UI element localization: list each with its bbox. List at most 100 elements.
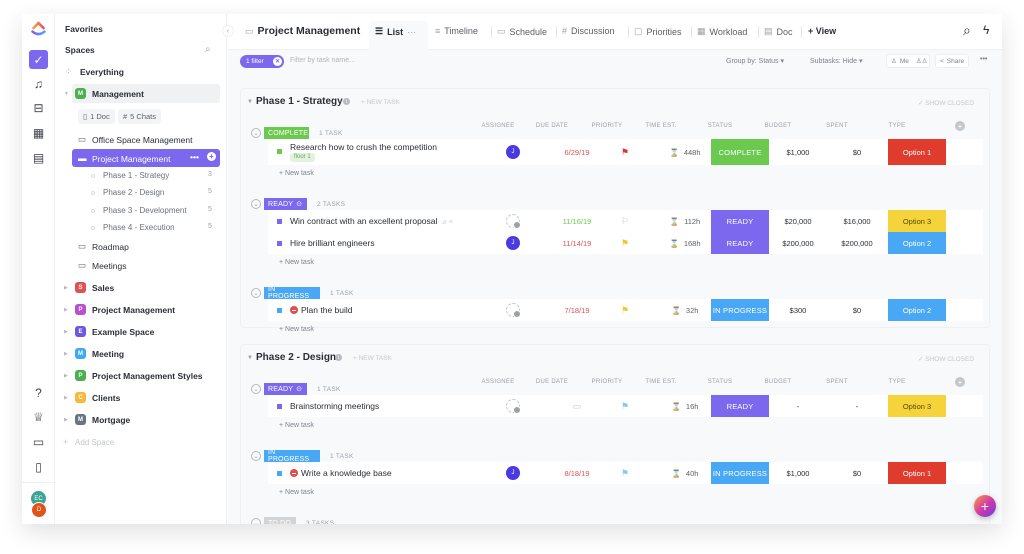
status-square-icon[interactable]	[277, 149, 282, 154]
time-estimate-cell[interactable]: ⌛ 40h	[660, 462, 710, 484]
column-header[interactable]: PRIORITY	[582, 379, 632, 385]
share-button[interactable]: < Share	[935, 54, 970, 68]
caret-down-icon[interactable]: ▼	[247, 355, 253, 361]
tab-schedule[interactable]: ▭ Schedule	[497, 26, 547, 37]
new-task-button[interactable]: + New task	[279, 489, 314, 496]
status-group-badge[interactable]: IN PROGRESS	[264, 449, 320, 463]
status-cell[interactable]: READY	[711, 210, 769, 232]
more-icon[interactable]: ···	[407, 27, 416, 37]
add-view-button[interactable]: + View	[808, 26, 836, 36]
column-header[interactable]: STATUS	[695, 379, 745, 385]
tab-list[interactable]: ☰ List ···	[375, 26, 416, 37]
status-cell[interactable]: COMPLETE	[711, 139, 769, 165]
budget-cell[interactable]: $1,000	[773, 462, 823, 484]
assignees-icon[interactable]: ♙♙	[916, 57, 928, 65]
budget-cell[interactable]: $1,000	[773, 141, 823, 163]
assignee-cell[interactable]: J	[498, 141, 528, 163]
column-header[interactable]: PRIORITY	[582, 123, 632, 129]
column-header[interactable]: SPENT	[812, 123, 862, 129]
column-header[interactable]: BUDGET	[753, 379, 803, 385]
attachment-icon[interactable]: ⌀ ≡	[442, 219, 452, 226]
new-task-button[interactable]: + New task	[279, 259, 314, 266]
priority-cell[interactable]: ⚑	[610, 141, 640, 163]
sidebar-space-item[interactable]: Meeting	[92, 349, 124, 359]
status-group-badge[interactable]: TO DO	[264, 517, 296, 524]
column-header[interactable]: BUDGET	[753, 123, 803, 129]
help-icon[interactable]: ?	[29, 383, 48, 402]
type-cell[interactable]: Option 2	[888, 232, 946, 254]
collapse-group-icon[interactable]: ⌄	[251, 384, 261, 394]
time-estimate-cell[interactable]: ⌛ 112h	[660, 210, 710, 232]
task-row[interactable]: Plan the build 7/18/19 ⚑ ⌛ 32h IN PROGRESS $30…	[268, 299, 983, 321]
status-group-badge[interactable]: COMPLETE	[264, 127, 309, 139]
phase-title[interactable]: Phase 2 - Design	[256, 352, 336, 363]
portfolio-icon[interactable]: ▭	[29, 432, 48, 451]
due-date-cell[interactable]: 7/18/19	[552, 299, 602, 321]
goals-trophy-icon[interactable]: ♕	[29, 407, 48, 426]
tag-chip[interactable]: floor 1	[290, 153, 315, 162]
priority-cell[interactable]: ⚑	[610, 299, 640, 321]
status-group-badge[interactable]: READY ⊙	[264, 383, 307, 395]
type-cell[interactable]: Option 3	[888, 395, 946, 417]
sidebar-space-item[interactable]: Example Space	[92, 327, 154, 337]
column-header[interactable]: DUE DATE	[527, 379, 577, 385]
inbox-icon[interactable]: ⊟	[29, 98, 48, 117]
new-task-button[interactable]: + New task	[279, 422, 314, 429]
task-row[interactable]: Write a knowledge base J 8/18/19 ⚑ ⌛ 40h IN PR…	[268, 462, 983, 484]
status-cell[interactable]: READY	[711, 395, 769, 417]
tab-discussion[interactable]: # Discussion	[562, 26, 615, 36]
sidebar-list-phase-1[interactable]: Phase 1 - Strategy	[103, 171, 169, 180]
priority-cell[interactable]: ⚐	[610, 210, 640, 232]
favorites-heading[interactable]: Favorites	[65, 24, 103, 34]
search-icon[interactable]: ⌕	[963, 22, 971, 39]
task-name[interactable]: Hire brilliant engineers	[290, 238, 375, 248]
close-icon[interactable]: ✕	[273, 57, 282, 66]
type-cell[interactable]: Option 1	[888, 462, 946, 484]
caret-right-icon[interactable]: ▶	[64, 329, 68, 335]
show-closed-toggle[interactable]: ✓ SHOW CLOSED	[918, 355, 974, 363]
due-date-cell[interactable]: ▭	[552, 395, 602, 417]
breadcrumb[interactable]: ▭ Project Management	[245, 25, 360, 37]
group-by-dropdown[interactable]: Group by: Status ▾	[726, 57, 784, 65]
tab-timeline[interactable]: ≡ Timeline	[435, 26, 478, 36]
status-square-icon[interactable]	[277, 219, 282, 224]
more-icon[interactable]: •••	[980, 56, 987, 63]
due-date-cell[interactable]: 8/18/19	[552, 462, 602, 484]
budget-cell[interactable]: $200,000	[773, 232, 823, 254]
new-task-button[interactable]: + NEW TASK	[361, 99, 400, 106]
status-cell[interactable]: IN PROGRESS	[711, 462, 769, 484]
dashboards-icon[interactable]: ▦	[29, 123, 48, 142]
subtasks-dropdown[interactable]: Subtasks: Hide ▾	[810, 57, 863, 65]
add-column-icon[interactable]: +	[955, 377, 965, 387]
caret-down-icon[interactable]: ▼	[247, 99, 253, 105]
phase-title[interactable]: Phase 1 - Strategy	[256, 96, 343, 107]
collapse-group-icon[interactable]: ⌄	[251, 199, 261, 209]
assignee-cell[interactable]	[498, 299, 528, 321]
type-cell[interactable]: Option 1	[888, 139, 946, 165]
status-square-icon[interactable]	[277, 308, 282, 313]
sidebar-folder-roadmap[interactable]: Roadmap	[92, 242, 129, 252]
time-estimate-cell[interactable]: ⌛ 32h	[660, 299, 710, 321]
notifications-icon[interactable]: ♫	[29, 74, 48, 93]
collapse-group-icon[interactable]: ⌄	[251, 288, 261, 298]
add-space-button[interactable]: Add Space	[75, 438, 114, 447]
column-header[interactable]: SPENT	[812, 379, 862, 385]
sidebar-space-item[interactable]: Project Management Styles	[92, 371, 203, 381]
spent-cell[interactable]: -	[832, 395, 882, 417]
show-closed-toggle[interactable]: ✓ SHOW CLOSED	[918, 99, 974, 107]
status-square-icon[interactable]	[277, 404, 282, 409]
budget-cell[interactable]: $20,000	[773, 210, 823, 232]
me-filter-button[interactable]: ♙ Me ♙♙	[886, 54, 930, 68]
due-date-cell[interactable]: 6/29/19	[552, 141, 602, 163]
collapse-sidebar-icon[interactable]: ‹	[222, 25, 234, 37]
column-header[interactable]: STATUS	[695, 123, 745, 129]
task-name[interactable]: Research how to crush the competition	[290, 142, 437, 152]
column-header[interactable]: TIME EST.	[636, 123, 686, 129]
time-estimate-cell[interactable]: ⌛ 168h	[660, 232, 710, 254]
assignee-cell[interactable]: J	[498, 232, 528, 254]
column-header[interactable]: TIME EST.	[636, 379, 686, 385]
sidebar-folder-office-space[interactable]: Office Space Management	[92, 135, 193, 145]
column-header[interactable]: ASSIGNEE	[473, 379, 523, 385]
filter-input[interactable]: Filter by task name...	[290, 57, 355, 64]
collapse-group-icon[interactable]: ⌄	[251, 451, 261, 461]
